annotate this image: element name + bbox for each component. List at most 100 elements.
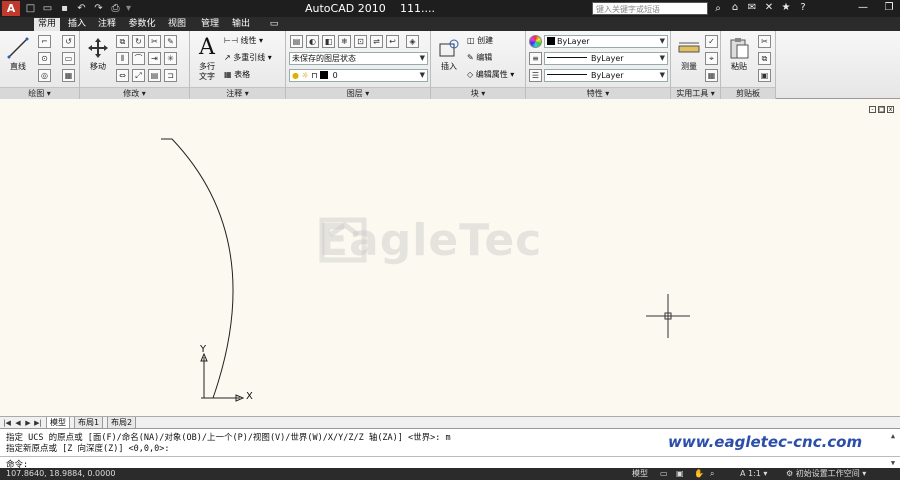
calculator-icon[interactable]: ▦ [705, 69, 718, 82]
tab-annotate[interactable]: 注释 [94, 18, 120, 31]
polyline-icon[interactable]: ⌐ [38, 35, 51, 48]
layer-off-icon[interactable]: ◐ [306, 35, 319, 48]
layer-freeze-icon[interactable]: ❄ [338, 35, 351, 48]
rotate-icon[interactable]: ↻ [132, 35, 145, 48]
select-all-icon[interactable]: ⌖ [705, 52, 718, 65]
next-layout-icon[interactable]: ▶ [23, 418, 33, 428]
circle-icon[interactable]: ⊙ [38, 52, 51, 65]
rectangle-icon[interactable]: ▭ [62, 52, 75, 65]
fillet-icon[interactable]: ⌒ [132, 52, 145, 65]
favorites-icon[interactable]: ★ [779, 1, 793, 15]
last-layout-icon[interactable]: ▶| [33, 418, 43, 428]
layer-lock-icon[interactable]: ⊡ [354, 35, 367, 48]
create-block-button[interactable]: ◫ 创建 [467, 35, 493, 47]
search-input[interactable]: 键入关键字或短语 [592, 2, 708, 15]
plot-icon[interactable]: ⎙ [109, 2, 122, 15]
hatch-icon[interactable]: ▦ [62, 69, 75, 82]
copy-icon[interactable]: ⧉ [116, 35, 129, 48]
quick-view-layouts-icon[interactable]: ▭ [660, 468, 668, 480]
color-wheel-icon[interactable] [529, 35, 542, 48]
open-icon[interactable]: ▭ [41, 2, 54, 15]
help-icon[interactable]: ? [796, 1, 810, 15]
prev-layout-icon[interactable]: ◀ [13, 418, 23, 428]
stretch-icon[interactable]: ⇔ [116, 69, 129, 82]
panel-draw-label[interactable]: 绘图 ▾ [0, 87, 79, 99]
cut-icon[interactable]: ✂ [758, 35, 771, 48]
subscription-icon[interactable]: ⌂ [728, 1, 742, 15]
layer-walk-icon[interactable]: ◈ [406, 35, 419, 48]
edit-block-button[interactable]: ✎ 编辑 [467, 52, 492, 64]
lineweight-icon[interactable]: ☰ [529, 69, 542, 82]
multileader-button[interactable]: ↗ 多重引线 ▾ [224, 52, 272, 64]
scroll-down-icon[interactable]: ▼ [888, 458, 898, 468]
undo-icon[interactable]: ↶ [75, 2, 88, 15]
move-button[interactable]: 移动 [82, 34, 114, 84]
panel-clipboard-label[interactable]: 剪贴板 [721, 87, 775, 99]
tab-insert[interactable]: 插入 [64, 18, 90, 31]
pan-icon[interactable]: ✋ [694, 468, 704, 480]
scroll-up-icon[interactable]: ▲ [888, 431, 898, 441]
drawing-area[interactable]: - □ x EagleTec Y X [0, 100, 900, 416]
array-icon[interactable]: ▤ [148, 69, 161, 82]
panel-block-label[interactable]: 块 ▾ [431, 87, 525, 99]
annotation-scale-select[interactable]: A 1:1 ▾ [740, 468, 767, 480]
copy-clip-icon[interactable]: ⧉ [758, 52, 771, 65]
linetype-select[interactable]: ByLayer ▼ [544, 52, 668, 65]
tab-output[interactable]: 输出 [228, 18, 254, 31]
panel-properties-label[interactable]: 特性 ▾ [526, 87, 670, 99]
linear-dimension-button[interactable]: ⊢⊣ 线性 ▾ [224, 35, 263, 47]
quick-select-icon[interactable]: ✓ [705, 35, 718, 48]
tab-home[interactable]: 常用 [34, 18, 60, 31]
measure-button[interactable]: 测量 [673, 34, 705, 84]
application-menu-button[interactable]: A [2, 1, 20, 16]
zoom-icon[interactable]: ⌕ [710, 468, 714, 480]
mtext-button[interactable]: A 多行 文字 [192, 34, 222, 84]
tools-icon[interactable]: ✕ [762, 1, 776, 15]
paste-special-icon[interactable]: ▣ [758, 69, 771, 82]
current-layer-select[interactable]: ● ☼ ⊓ 0 ▼ [289, 69, 428, 82]
scale-icon[interactable]: ⤢ [132, 69, 145, 82]
paste-button[interactable]: 粘贴 [723, 34, 755, 84]
new-icon[interactable]: □ [24, 2, 37, 15]
line-button[interactable]: 直线 [2, 34, 34, 84]
workspace-switch[interactable]: ⚙ 初始设置工作空间 ▾ [786, 468, 866, 480]
first-layout-icon[interactable]: |◀ [2, 418, 12, 428]
minimize-icon[interactable]: — [854, 1, 872, 15]
restore-icon[interactable]: ❐ [880, 1, 898, 15]
tab-manage[interactable]: 管理 [194, 18, 226, 31]
extend-icon[interactable]: ⇥ [148, 52, 161, 65]
qat-dropdown-icon[interactable]: ▾ [126, 2, 131, 15]
offset-icon[interactable]: ⊐ [164, 69, 177, 82]
linetype-icon[interactable]: ≡ [529, 52, 542, 65]
trim-icon[interactable]: ✂ [148, 35, 161, 48]
minimize-ribbon-icon[interactable]: ▭ [266, 18, 282, 31]
ellipse-icon[interactable]: ◎ [38, 69, 51, 82]
quick-view-drawings-icon[interactable]: ▣ [676, 468, 684, 480]
arc-curve[interactable] [161, 138, 234, 399]
layer-state-select[interactable]: 未保存的图层状态 ▼ [289, 52, 428, 65]
panel-layers-label[interactable]: 图层 ▾ [286, 87, 430, 99]
panel-utilities-label[interactable]: 实用工具 ▾ [671, 87, 720, 99]
color-select[interactable]: ByLayer ▼ [544, 35, 668, 48]
redo-icon[interactable]: ↷ [92, 2, 105, 15]
model-space-button[interactable]: 模型 [632, 468, 648, 480]
search-icon[interactable]: ⌕ [710, 1, 726, 16]
arc-icon[interactable]: ↺ [62, 35, 75, 48]
erase-icon[interactable]: ✎ [164, 35, 177, 48]
lineweight-select[interactable]: ByLayer ▼ [544, 69, 668, 82]
table-button[interactable]: ▦ 表格 [224, 69, 250, 81]
layer-properties-icon[interactable]: ▤ [290, 35, 303, 48]
panel-modify-label[interactable]: 修改 ▾ [80, 87, 189, 99]
mirror-icon[interactable]: ⫴ [116, 52, 129, 65]
tab-parametric[interactable]: 参数化 [124, 18, 160, 31]
layer-match-icon[interactable]: ⇌ [370, 35, 383, 48]
layer-isolate-icon[interactable]: ◧ [322, 35, 335, 48]
explode-icon[interactable]: ✳ [164, 52, 177, 65]
insert-button[interactable]: 插入 [433, 34, 465, 84]
save-icon[interactable]: ▪ [58, 2, 71, 15]
panel-annotation-label[interactable]: 注释 ▾ [190, 87, 285, 99]
edit-attributes-button[interactable]: ◇ 编辑属性 ▾ [467, 69, 514, 81]
layer-previous-icon[interactable]: ↩ [386, 35, 399, 48]
communication-icon[interactable]: ✉ [745, 1, 759, 15]
tab-view[interactable]: 视图 [164, 18, 190, 31]
